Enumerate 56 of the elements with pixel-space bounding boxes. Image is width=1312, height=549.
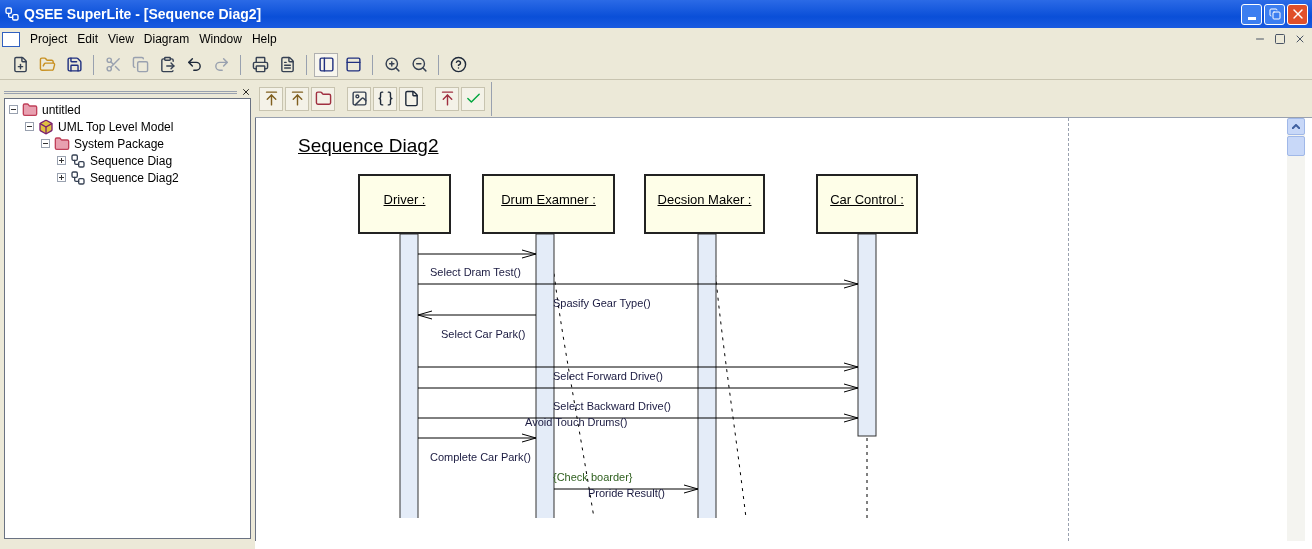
menu-item[interactable]: Window [199,30,242,48]
app-icon [4,6,20,22]
expand-toggle[interactable] [57,173,66,182]
braces-icon[interactable] [373,86,397,111]
close-button[interactable] [1287,3,1308,25]
caret-up-icon [1292,124,1300,129]
panel-icon[interactable] [314,52,338,77]
note-icon[interactable] [399,86,423,111]
folder-icon[interactable] [311,86,335,111]
message-label: Select Forward Drive() [553,370,664,383]
scroll-up-button[interactable] [1287,118,1305,135]
arrow-up-icon[interactable] [435,86,459,111]
collapse-toggle[interactable] [25,122,34,131]
message-label: Select Backward Drive() [553,400,671,413]
restore-button[interactable] [1264,3,1285,25]
tree-item[interactable]: UML Top Level Model [58,117,174,136]
menu-item[interactable]: Edit [77,30,99,48]
tree-item[interactable]: Sequence Diag2 [90,168,179,187]
actor-name: Drum Examner : [501,191,596,206]
message-label: Proride Result() [588,487,666,500]
minimize-button[interactable] [1241,3,1262,25]
actor-name: Driver : [383,191,426,206]
diagram-icon [70,169,86,186]
expand-toggle[interactable] [57,156,66,165]
window-title: QSEE SuperLite - [Sequence Diag2] [24,4,262,24]
cube-icon [38,118,54,135]
message-label: Select Car Park() [441,328,526,341]
document-icon [2,31,20,47]
collapse-toggle[interactable] [9,105,18,114]
restore-icon [1268,8,1281,20]
menu-item[interactable]: Help [251,30,277,48]
menu-item[interactable]: Diagram [143,30,190,48]
constraint-label: {Check boarder} [553,471,633,484]
tree-item[interactable]: untitled [42,100,81,119]
scroll-thumb[interactable] [1287,136,1305,156]
picture-frame-icon[interactable] [347,86,371,111]
message-label: Complete Car Park() [430,451,531,464]
folder-icon [54,135,70,152]
close-icon[interactable] [241,87,251,97]
tree-item[interactable]: System Package [74,134,165,153]
diagram-icon [70,152,86,169]
menu-item[interactable]: Project [30,30,68,48]
message-label: Avoid Touch Drums() [525,416,628,429]
diagram-title: Sequence Diag2 [298,134,439,158]
menu-item[interactable]: View [108,30,134,48]
collapse-toggle[interactable] [41,139,50,148]
message-label: Spasify Gear Type() [553,297,651,310]
actor-name: Decsion Maker : [657,191,752,206]
actor-name: Car Control : [830,191,904,206]
check-icon[interactable] [461,86,485,111]
tree-item[interactable]: Sequence Diag [90,151,173,170]
vertical-scrollbar[interactable] [1287,118,1305,541]
restore-icon[interactable] [1274,33,1286,45]
message-label: Select Dram Test() [430,266,521,279]
folder-icon [22,101,38,118]
close-icon[interactable] [1294,33,1306,45]
